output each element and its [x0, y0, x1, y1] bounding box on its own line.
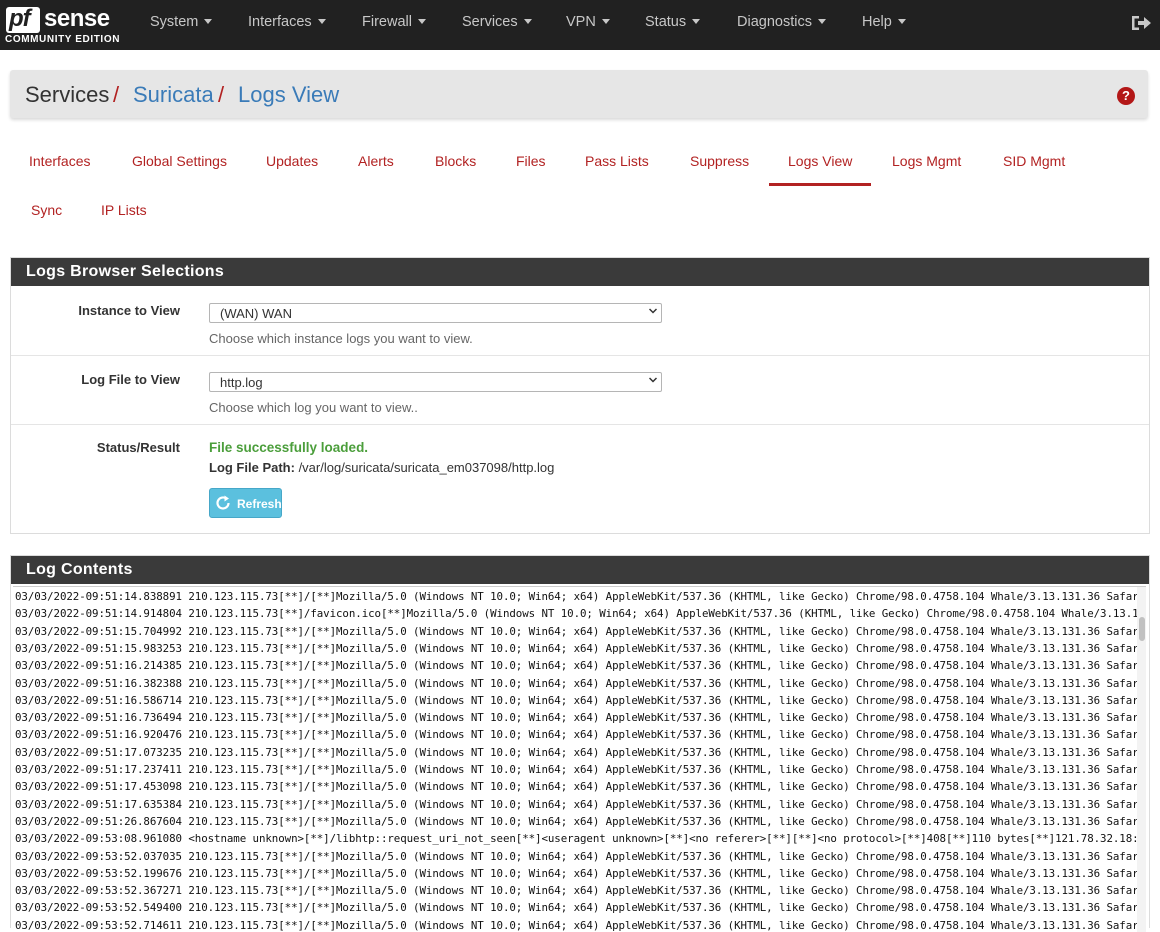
instance-label: Instance to View — [78, 303, 180, 318]
logo-sense-text: sense — [44, 5, 110, 32]
sign-out-icon[interactable] — [1130, 12, 1152, 34]
logs-browser-selections-panel: Logs Browser Selections Instance to View… — [10, 257, 1150, 534]
chevron-down-icon — [649, 308, 657, 314]
log-line: 03/03/2022-09:51:15.983253 210.123.115.7… — [15, 641, 1146, 655]
refresh-icon — [216, 495, 230, 510]
nav-status[interactable]: Status — [645, 0, 701, 50]
chevron-down-icon — [317, 19, 326, 24]
tab-interfaces[interactable]: Interfaces — [29, 153, 90, 169]
nav-firewall[interactable]: Firewall — [362, 0, 426, 50]
refresh-button[interactable]: Refresh — [209, 488, 282, 518]
log-line: 03/03/2022-09:51:16.214385 210.123.115.7… — [15, 659, 1146, 673]
log-file-path: Log File Path: /var/log/suricata/suricat… — [209, 460, 555, 475]
breadcrumb-separator: / — [113, 82, 120, 107]
log-textarea[interactable]: 03/03/2022-09:51:14.838891 210.123.115.7… — [13, 586, 1146, 932]
vertical-scrollbar[interactable] — [1137, 587, 1146, 932]
tab-updates[interactable]: Updates — [266, 153, 318, 169]
tab-blocks[interactable]: Blocks — [435, 153, 476, 169]
top-navbar: pf sense COMMUNITY EDITION System Interf… — [0, 0, 1160, 50]
tab-suppress[interactable]: Suppress — [690, 153, 749, 169]
tab-sid-mgmt[interactable]: SID Mgmt — [1003, 153, 1065, 169]
chevron-down-icon — [523, 19, 532, 24]
status-message: File successfully loaded. — [209, 440, 369, 455]
log-line: 03/03/2022-09:51:17.635384 210.123.115.7… — [15, 797, 1146, 811]
logfile-select[interactable]: http.log — [209, 372, 662, 392]
breadcrumb-suricata[interactable]: Suricata — [133, 82, 214, 108]
log-line: 03/03/2022-09:53:52.199676 210.123.115.7… — [15, 866, 1146, 880]
pfsense-logo[interactable]: pf sense COMMUNITY EDITION — [4, 5, 122, 47]
chevron-down-icon — [649, 377, 657, 383]
log-line: 03/03/2022-09:51:17.073235 210.123.115.7… — [15, 745, 1146, 759]
chevron-down-icon — [897, 19, 906, 24]
log-line: 03/03/2022-09:51:17.237411 210.123.115.7… — [15, 763, 1146, 776]
panel-heading: Log Contents — [11, 556, 1149, 584]
log-line: 03/03/2022-09:51:16.586714 210.123.115.7… — [15, 693, 1146, 707]
instance-select[interactable]: (WAN) WAN — [209, 303, 662, 323]
log-line: 03/03/2022-09:51:16.736494 210.123.115.7… — [15, 711, 1146, 725]
log-line: 03/03/2022-09:51:15.704992 210.123.115.7… — [15, 624, 1146, 638]
tab-logs-mgmt[interactable]: Logs Mgmt — [892, 153, 961, 169]
instance-help-text: Choose which instance logs you want to v… — [209, 331, 473, 346]
chevron-down-icon — [817, 19, 826, 24]
divider — [11, 424, 1149, 425]
chevron-down-icon — [204, 19, 213, 24]
log-line: 03/03/2022-09:53:52.714611 210.123.115.7… — [15, 918, 1146, 932]
log-line: 03/03/2022-09:51:16.382388 210.123.115.7… — [15, 676, 1146, 690]
log-line: 03/03/2022-09:51:16.920476 210.123.115.7… — [15, 728, 1146, 742]
question-circle-icon[interactable]: ? — [1117, 87, 1135, 105]
tab-logs-view[interactable]: Logs View — [788, 153, 852, 169]
tab-ip-lists[interactable]: IP Lists — [101, 202, 147, 218]
breadcrumb-separator: / — [218, 82, 225, 107]
logo-edition-text: COMMUNITY EDITION — [5, 34, 121, 45]
logo-pf-text: pf — [9, 5, 31, 32]
tab-global-settings[interactable]: Global Settings — [132, 153, 227, 169]
chevron-down-icon — [417, 19, 426, 24]
nav-services[interactable]: Services — [462, 0, 532, 50]
chevron-down-icon — [692, 19, 701, 24]
tab-files[interactable]: Files — [516, 153, 546, 169]
log-contents-panel: Log Contents 03/03/2022-09:51:14.838891 … — [10, 555, 1150, 932]
active-tab-indicator — [769, 183, 871, 186]
tab-sync[interactable]: Sync — [31, 202, 62, 218]
log-line: 03/03/2022-09:51:14.838891 210.123.115.7… — [15, 590, 1146, 603]
log-line: 03/03/2022-09:53:52.367271 210.123.115.7… — [15, 884, 1146, 898]
log-line: 03/03/2022-09:51:17.453098 210.123.115.7… — [15, 780, 1146, 794]
scrollbar-thumb[interactable] — [1139, 617, 1145, 641]
refresh-label: Refresh — [237, 497, 282, 511]
panel-heading: Logs Browser Selections — [11, 258, 1149, 286]
nav-system[interactable]: System — [150, 0, 213, 50]
nav-help[interactable]: Help — [862, 0, 906, 50]
log-line: 03/03/2022-09:53:52.549400 210.123.115.7… — [15, 901, 1146, 915]
log-line: 03/03/2022-09:51:26.867604 210.123.115.7… — [15, 814, 1146, 828]
status-label: Status/Result — [96, 440, 180, 455]
tab-pass-lists[interactable]: Pass Lists — [585, 153, 649, 169]
tab-alerts[interactable]: Alerts — [358, 153, 394, 169]
nav-interfaces[interactable]: Interfaces — [248, 0, 326, 50]
log-line: 03/03/2022-09:53:52.037035 210.123.115.7… — [15, 849, 1146, 863]
logfile-help-text: Choose which log you want to view.. — [209, 400, 418, 415]
divider — [11, 355, 1149, 356]
log-line: 03/03/2022-09:51:14.914804 210.123.115.7… — [15, 607, 1146, 621]
breadcrumb-logs-view[interactable]: Logs View — [238, 82, 339, 108]
nav-vpn[interactable]: VPN — [566, 0, 610, 50]
breadcrumb-services: Services — [25, 82, 110, 107]
nav-diagnostics[interactable]: Diagnostics — [737, 0, 826, 50]
log-line: 03/03/2022-09:53:08.961080 <hostname unk… — [15, 832, 1146, 846]
chevron-down-icon — [601, 19, 610, 24]
logfile-label: Log File to View — [81, 372, 180, 387]
